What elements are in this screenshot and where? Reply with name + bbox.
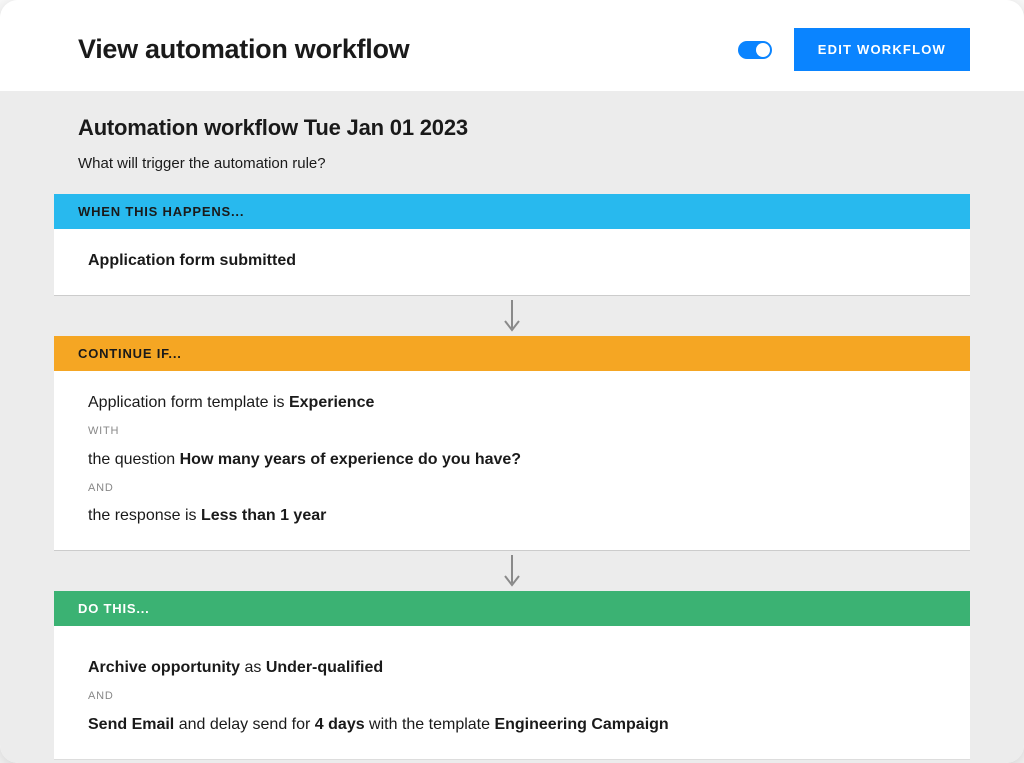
action-line-2: Send Email and delay send for 4 days wit… [88, 713, 936, 737]
condition-section-header: CONTINUE IF... [54, 336, 970, 371]
header-controls: EDIT WORKFLOW [738, 28, 970, 71]
action-section: DO THIS... Archive opportunity as Under-… [54, 591, 970, 760]
action-line2-template: Engineering Campaign [494, 716, 668, 733]
condition-line3-value: Less than 1 year [201, 507, 326, 524]
workflow-name: Automation workflow Tue Jan 01 2023 [78, 115, 970, 141]
trigger-section-header: WHEN THIS HAPPENS... [54, 194, 970, 229]
condition-line1-prefix: Application form template is [88, 394, 289, 411]
action-and-label: AND [88, 688, 936, 705]
condition-line2-value: How many years of experience do you have… [180, 451, 521, 468]
condition-section-body: Application form template is Experience … [54, 371, 970, 551]
page-title: View automation workflow [78, 34, 409, 65]
condition-line-1: Application form template is Experience [88, 391, 936, 415]
page-header: View automation workflow EDIT WORKFLOW [0, 0, 1024, 91]
condition-and-label: AND [88, 480, 936, 497]
action-line2-action: Send Email [88, 716, 174, 733]
app-frame: View automation workflow EDIT WORKFLOW A… [0, 0, 1024, 763]
action-line-1: Archive opportunity as Under-qualified [88, 656, 936, 680]
condition-line1-value: Experience [289, 394, 374, 411]
content-area: Automation workflow Tue Jan 01 2023 What… [0, 91, 1024, 763]
action-section-body: Archive opportunity as Under-qualified A… [54, 626, 970, 760]
arrow-down-icon [500, 300, 524, 334]
trigger-section: WHEN THIS HAPPENS... Application form su… [54, 194, 970, 296]
edit-workflow-button[interactable]: EDIT WORKFLOW [794, 28, 970, 71]
trigger-section-body: Application form submitted [54, 229, 970, 296]
action-line1-mid: as [240, 659, 266, 676]
arrow-connector-1 [54, 296, 970, 336]
action-line2-delay: 4 days [315, 716, 365, 733]
trigger-text: Application form submitted [88, 252, 296, 269]
action-line2-mid1: and delay send for [174, 716, 315, 733]
action-section-header: DO THIS... [54, 591, 970, 626]
condition-with-label: WITH [88, 423, 936, 440]
workflow-active-toggle[interactable] [738, 41, 772, 59]
action-line1-value: Under-qualified [266, 659, 383, 676]
condition-line-2: the question How many years of experienc… [88, 448, 936, 472]
condition-line3-prefix: the response is [88, 507, 201, 524]
condition-section: CONTINUE IF... Application form template… [54, 336, 970, 551]
workflow-prompt: What will trigger the automation rule? [78, 155, 970, 172]
action-line2-mid2: with the template [365, 716, 495, 733]
condition-line-3: the response is Less than 1 year [88, 504, 936, 528]
condition-line2-prefix: the question [88, 451, 180, 468]
arrow-connector-2 [54, 551, 970, 591]
action-line1-action: Archive opportunity [88, 659, 240, 676]
arrow-down-icon [500, 555, 524, 589]
